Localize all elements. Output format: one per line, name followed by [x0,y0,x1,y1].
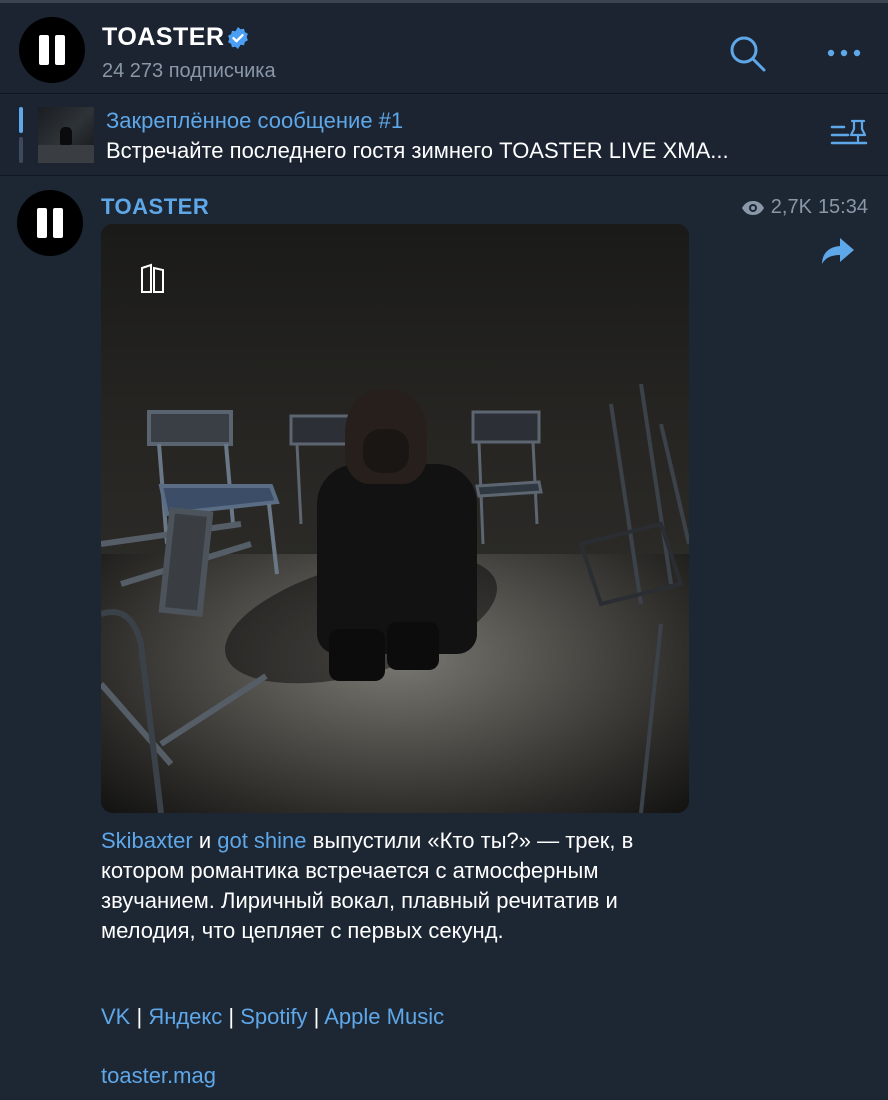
pinned-text: Встречайте последнего гостя зимнего TOAS… [106,138,729,163]
pin-list-icon[interactable] [830,117,870,149]
photo-watermark-logo-icon [141,263,164,293]
link-separator: | [307,1004,325,1029]
subscriber-count: 24 273 подписчика [102,60,276,82]
toaster-logo-icon [39,35,49,65]
link-vk[interactable]: VK [101,1004,130,1029]
view-count: 2,7K [770,196,812,218]
post-photo[interactable] [101,224,689,813]
post-time: 15:34 [817,196,868,218]
post-author[interactable]: TOASTER [101,194,209,220]
post-author-avatar[interactable] [17,190,83,256]
pinned-thumb-floor [38,145,94,163]
photo-person-face [363,429,409,473]
mention-got-shine[interactable]: got shine [217,828,306,853]
channel-header: TOASTER 24 273 подписчика [0,0,888,94]
post-body: Skibaxter и got shine выпустили «Кто ты?… [101,826,661,946]
photo-boot [329,629,385,681]
link-spotify[interactable]: Spotify [240,1004,307,1029]
pinned-title: Закреплённое сообщение #1 [106,108,404,133]
search-icon[interactable] [727,33,767,73]
link-toaster-mag[interactable]: toaster.mag [101,1063,216,1089]
pinned-thumb-figure [60,127,72,145]
channel-avatar[interactable] [19,17,85,83]
more-icon[interactable] [826,43,862,63]
verified-icon [228,27,248,49]
toaster-logo-bar [55,35,65,65]
toaster-logo-bar [53,208,63,238]
toaster-logo-icon [37,208,47,238]
pinned-indicator-inactive [19,137,23,163]
link-apple-music[interactable]: Apple Music [324,1004,444,1029]
post-meta: 2,7K 15:34 [741,196,868,219]
post-text-and: и [192,828,218,853]
pinned-message-bar[interactable]: Закреплённое сообщение #1 Встречайте пос… [0,95,888,176]
link-yandex[interactable]: Яндекс [148,1004,222,1029]
streaming-links: VK | Яндекс | Spotify | Apple Music [101,1004,444,1030]
mention-skibaxter[interactable]: Skibaxter [101,828,193,853]
link-separator: | [130,1004,149,1029]
eye-icon [741,200,764,215]
photo-boot [387,622,439,670]
link-separator: | [222,1004,241,1029]
pinned-thumbnail [38,107,94,163]
pinned-indicator [19,107,23,163]
channel-title[interactable]: TOASTER [102,23,225,52]
pinned-indicator-active [19,107,23,133]
share-icon[interactable] [820,236,856,266]
